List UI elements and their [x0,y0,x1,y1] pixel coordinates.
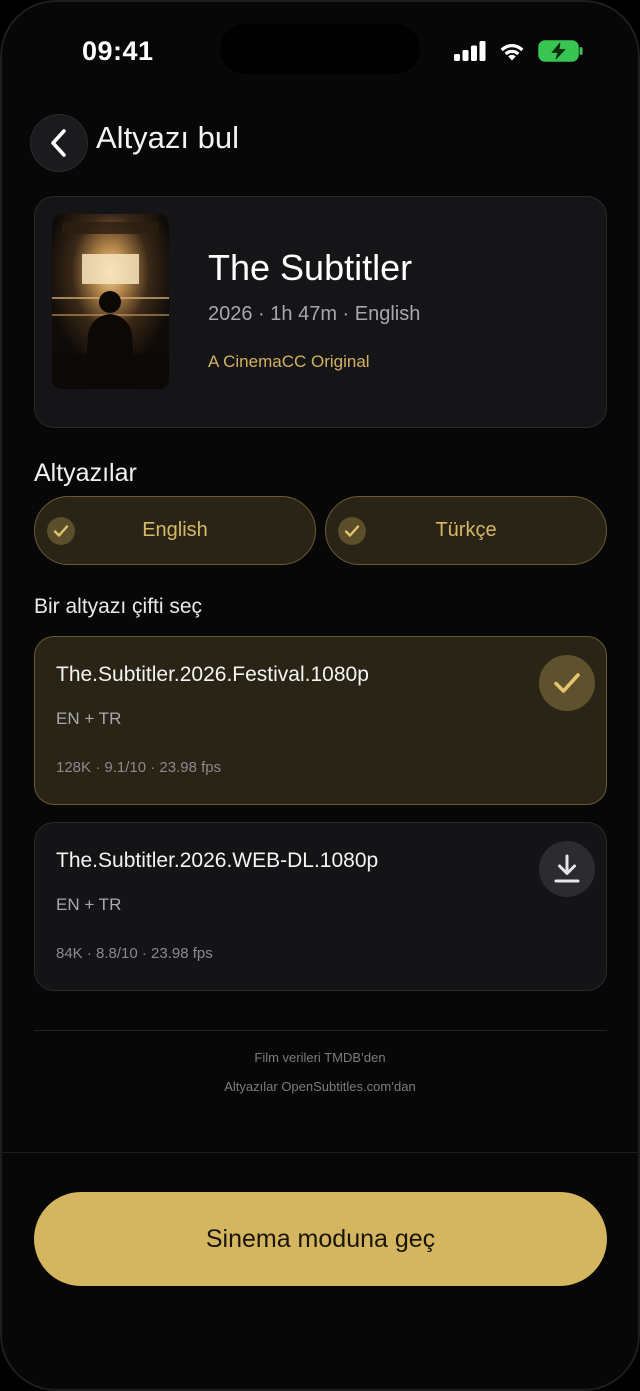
language-label: Türkçe [435,519,497,541]
download-icon [554,854,580,883]
back-button[interactable] [30,114,88,172]
movie-meta: 2026 · 1h 47m · English [208,303,421,325]
check-icon [338,517,366,545]
battery-charging-icon [538,40,583,62]
subtitle-pair-langs: EN + TR [56,895,122,914]
chevron-left-icon [51,129,66,157]
subtitle-pair-name: The.Subtitler.2026.WEB-DL.1080p [56,849,379,872]
page-title: Altyazı bul [96,120,240,155]
dynamic-island [220,24,420,74]
subtitles-section-title: Altyazılar [34,459,137,487]
credit-opensubtitles: Altyazılar OpenSubtitles.com’dan [224,1079,416,1094]
wifi-icon [500,44,524,61]
subtitle-pair-langs: EN + TR [56,709,122,728]
cellular-signal-icon [454,41,486,61]
subtitle-pair-stats: 84K · 8.8/10 · 23.98 fps [56,945,213,962]
subtitle-pair-card-webdl[interactable]: The.Subtitler.2026.WEB-DL.1080p EN + TR … [34,822,607,991]
movie-card: The Subtitler 2026 · 1h 47m · English A … [34,196,607,428]
movie-poster [52,214,169,389]
status-icons [454,40,584,62]
phone-screen: 09:41 Altyazı bul The Subtitler 2026 · 1… [0,0,640,1391]
download-button[interactable] [539,841,595,897]
movie-title: The Subtitler [208,247,413,288]
check-icon [554,673,580,693]
credit-tmdb: Film verileri TMDB’den [254,1050,386,1065]
movie-brand: A CinemaCC Original [208,352,370,371]
divider [34,1030,607,1031]
pairs-section-title: Bir altyazı çifti seç [34,595,203,618]
status-time: 09:41 [82,36,154,66]
subtitle-pair-name: The.Subtitler.2026.Festival.1080p [56,663,369,686]
check-icon [47,517,75,545]
subtitle-pair-card-festival[interactable]: The.Subtitler.2026.Festival.1080p EN + T… [34,636,607,805]
bottom-divider [0,1152,640,1153]
cinema-mode-button[interactable]: Sinema moduna geç [34,1192,607,1286]
language-pill-english[interactable]: English [34,496,316,565]
selected-check-button[interactable] [539,655,595,711]
cinema-mode-button-label: Sinema moduna geç [205,1224,436,1253]
language-label: English [142,519,208,541]
subtitle-pair-stats: 128K · 9.1/10 · 23.98 fps [56,759,222,776]
language-pill-turkish[interactable]: Türkçe [325,496,607,565]
